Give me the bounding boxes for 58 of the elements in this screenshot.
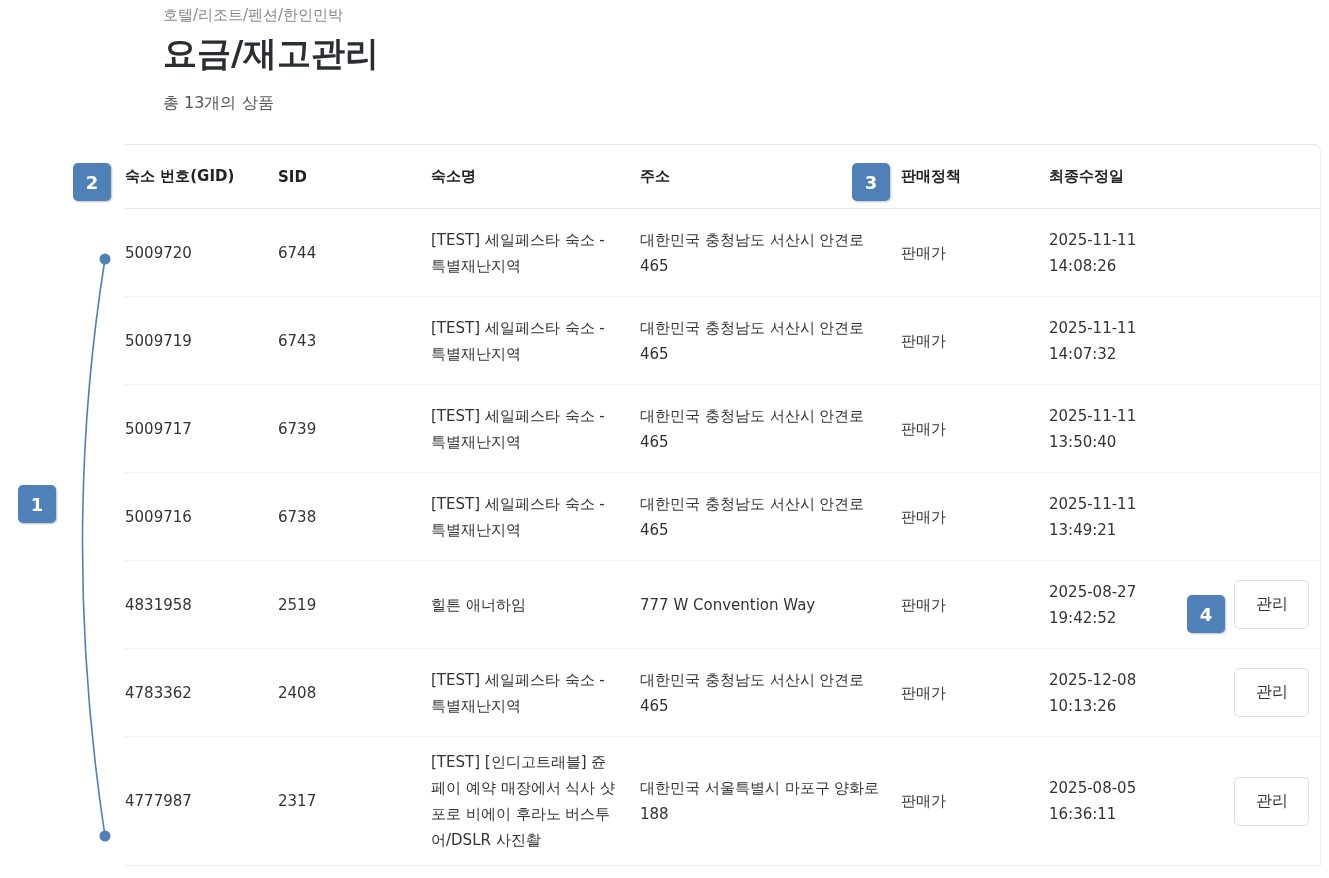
table-cell-text: 777 W Convention Way [640,594,816,616]
column-header: 판매정책 [901,167,961,186]
table-cell-text: 2025-11-11 14:07:32 [1049,317,1137,365]
table-cell-text: 2025-11-11 13:50:40 [1049,405,1137,453]
manage-button[interactable]: 관리 [1234,776,1309,826]
table-cell-text: 판매가 [901,594,946,616]
table-cell-text: 6739 [278,418,317,440]
table-cell-text: 판매가 [901,418,946,440]
table-cell-text: 5009719 [125,330,192,352]
table-cell-text: 6744 [278,242,317,264]
annotation-badge: 2 [73,163,111,201]
breadcrumb: 호텔/리조트/펜션/한인민박 [163,6,344,25]
table-cell-text: 2519 [278,594,317,616]
table-cell-text: 힐튼 애너하임 [431,594,526,616]
column-header: 숙소 번호(GID) [125,167,235,186]
table-cell-text: 판매가 [901,506,946,528]
table-cell-text: 판매가 [901,682,946,704]
table-cell-text: 대한민국 충청남도 서산시 안견로 465 [640,317,866,365]
page-title: 요금/재고관리 [163,32,380,75]
column-header: SID [278,167,307,186]
annotation-badge: 4 [1187,595,1225,633]
table-cell-text: 2025-08-27 19:42:52 [1049,581,1137,629]
table-cell-text: 2025-11-11 13:49:21 [1049,493,1137,541]
table-cell-text: 2025-11-11 14:08:26 [1049,229,1137,277]
table-cell-text: [TEST] 세일페스타 숙소 - 특별재난지역 [431,229,606,277]
table-cell-text: [TEST] 세일페스타 숙소 - 특별재난지역 [431,493,606,541]
table-cell-text: 5009716 [125,506,192,528]
table-cell-text: 6738 [278,506,317,528]
table-cell-text: 2025-12-08 10:13:26 [1049,669,1137,717]
table-cell-text: 5009717 [125,418,192,440]
table-cell-text: 4777987 [125,791,192,812]
table-cell-text: 대한민국 충청남도 서산시 안견로 465 [640,669,866,717]
table-cell-text: 판매가 [901,330,946,352]
table-cell-text: 2025-08-05 16:36:11 [1049,778,1137,825]
table-cell-text: 판매가 [901,242,946,264]
table-cell-text: [TEST] 세일페스타 숙소 - 특별재난지역 [431,669,606,717]
table-cell-text: 대한민국 서울특별시 마포구 양화로 188 [640,778,881,825]
column-header: 숙소명 [431,167,476,186]
table-cell-text: 6743 [278,330,317,352]
manage-button[interactable]: 관리 [1234,668,1309,717]
table-cell-text: 판매가 [901,791,946,812]
column-header: 주소 [640,167,670,186]
table-cell-text: [TEST] 세일페스타 숙소 - 특별재난지역 [431,405,606,453]
table-cell-text: [TEST] [인디고트래블] 쥰페이 예약 매장에서 식사 샷포로 비에이 후라노 버스투어/DSLR 사진촬 [431,752,617,851]
annotation-badge: 1 [18,485,56,523]
table-cell-text: 2408 [278,682,317,704]
table-cell-text: 5009720 [125,242,192,264]
table-cell-text: 대한민국 충청남도 서산시 안견로 465 [640,229,866,277]
manage-button[interactable]: 관리 [1234,580,1309,629]
table-cell-text: 4831958 [125,594,192,616]
table-cell-text: 2317 [278,791,317,812]
table-cell-text: 대한민국 충청남도 서산시 안견로 465 [640,493,866,541]
annotation-badge: 3 [852,163,890,201]
table-cell-text: [TEST] 세일페스타 숙소 - 특별재난지역 [431,317,606,365]
column-header: 최종수정일 [1049,167,1124,186]
table-cell-text: 대한민국 충청남도 서산시 안견로 465 [640,405,866,453]
product-count: 총 13개의 상품 [163,93,274,114]
table-cell-text: 4783362 [125,682,192,704]
